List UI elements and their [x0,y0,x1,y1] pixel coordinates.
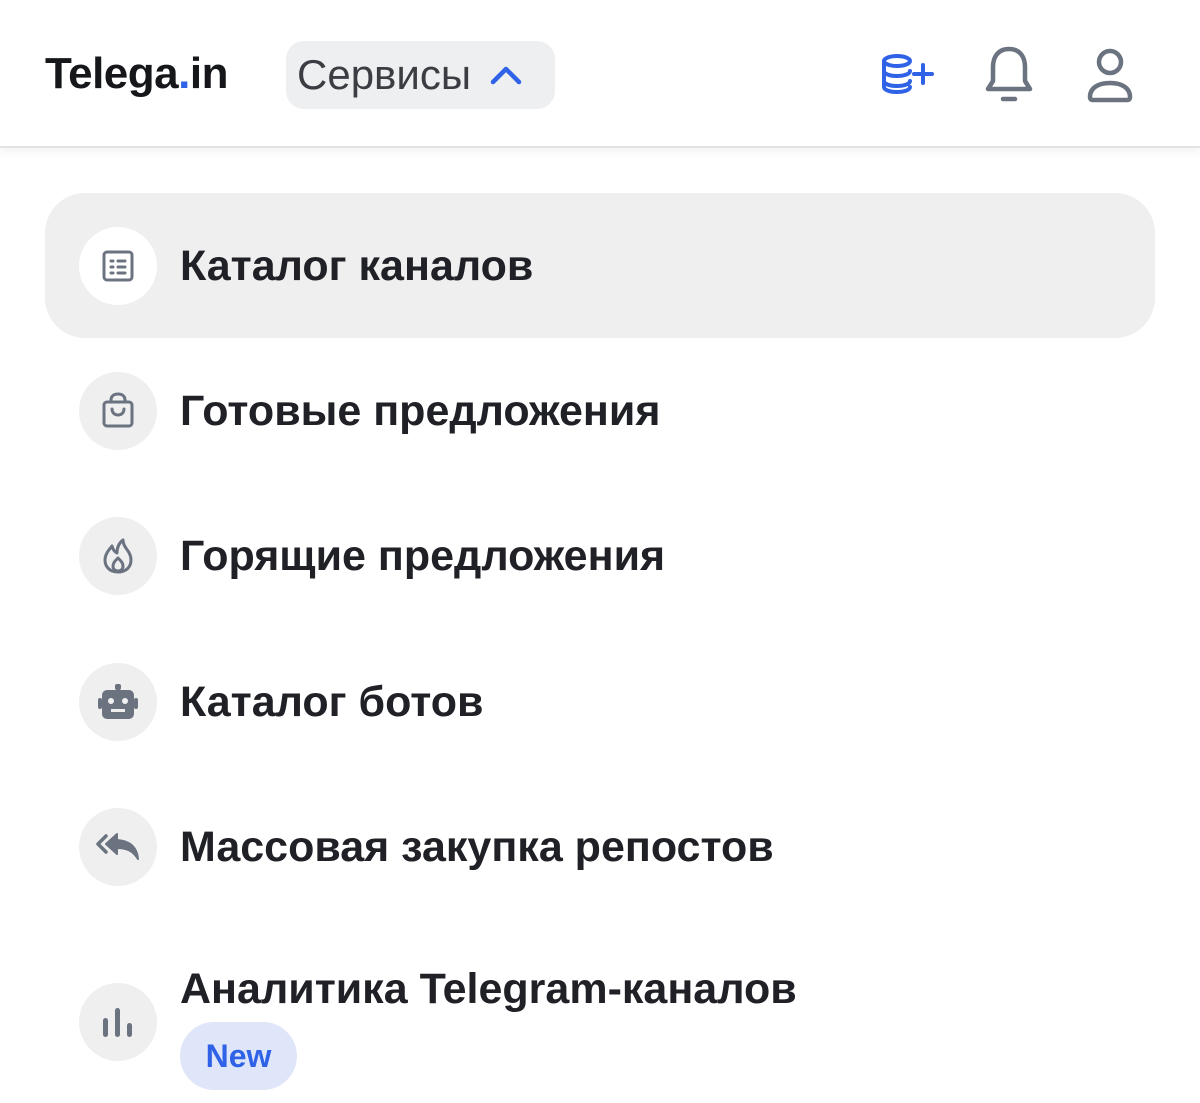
reply-all-icon [79,808,157,886]
menu-item-label: Готовые предложения [180,387,661,435]
bar-chart-icon [79,983,157,1061]
logo-dot: . [178,49,190,98]
new-badge: New [180,1022,297,1090]
menu-item-hot-offers[interactable]: Горящие предложения [45,483,1155,628]
chevron-up-icon [489,63,523,87]
shopping-bag-icon [79,372,157,450]
list-icon [79,227,157,305]
menu-item-label: Массовая закупка репостов [180,823,774,871]
menu-item-channel-catalog[interactable]: Каталог каналов [45,193,1155,338]
flame-icon [79,517,157,595]
menu-item-label: Горящие предложения [180,532,666,580]
menu-item-label: Аналитика Telegram-каналов [180,965,797,1013]
logo-suffix: in [189,49,229,98]
robot-icon [79,663,157,741]
menu-item-label: Каталог ботов [180,678,484,726]
logo[interactable]: Telega.in [45,48,228,100]
menu-item-label: Каталог каналов [180,242,534,290]
menu-item-channel-analytics[interactable]: Аналитика Telegram-каналов New [45,966,1155,1096]
top-bar: Telega.in Сервисы [0,0,1200,148]
menu-item-bulk-reposts[interactable]: Массовая закупка репостов [45,774,1155,919]
logo-text: Telega [45,49,179,98]
bell-icon[interactable] [979,44,1039,106]
user-icon[interactable] [1080,44,1140,106]
services-label: Сервисы [297,51,472,98]
menu-item-ready-offers[interactable]: Готовые предложения [45,338,1155,483]
menu-item-bot-catalog[interactable]: Каталог ботов [45,629,1155,774]
services-dropdown-button[interactable]: Сервисы [286,41,555,109]
coins-plus-icon[interactable] [877,44,937,106]
